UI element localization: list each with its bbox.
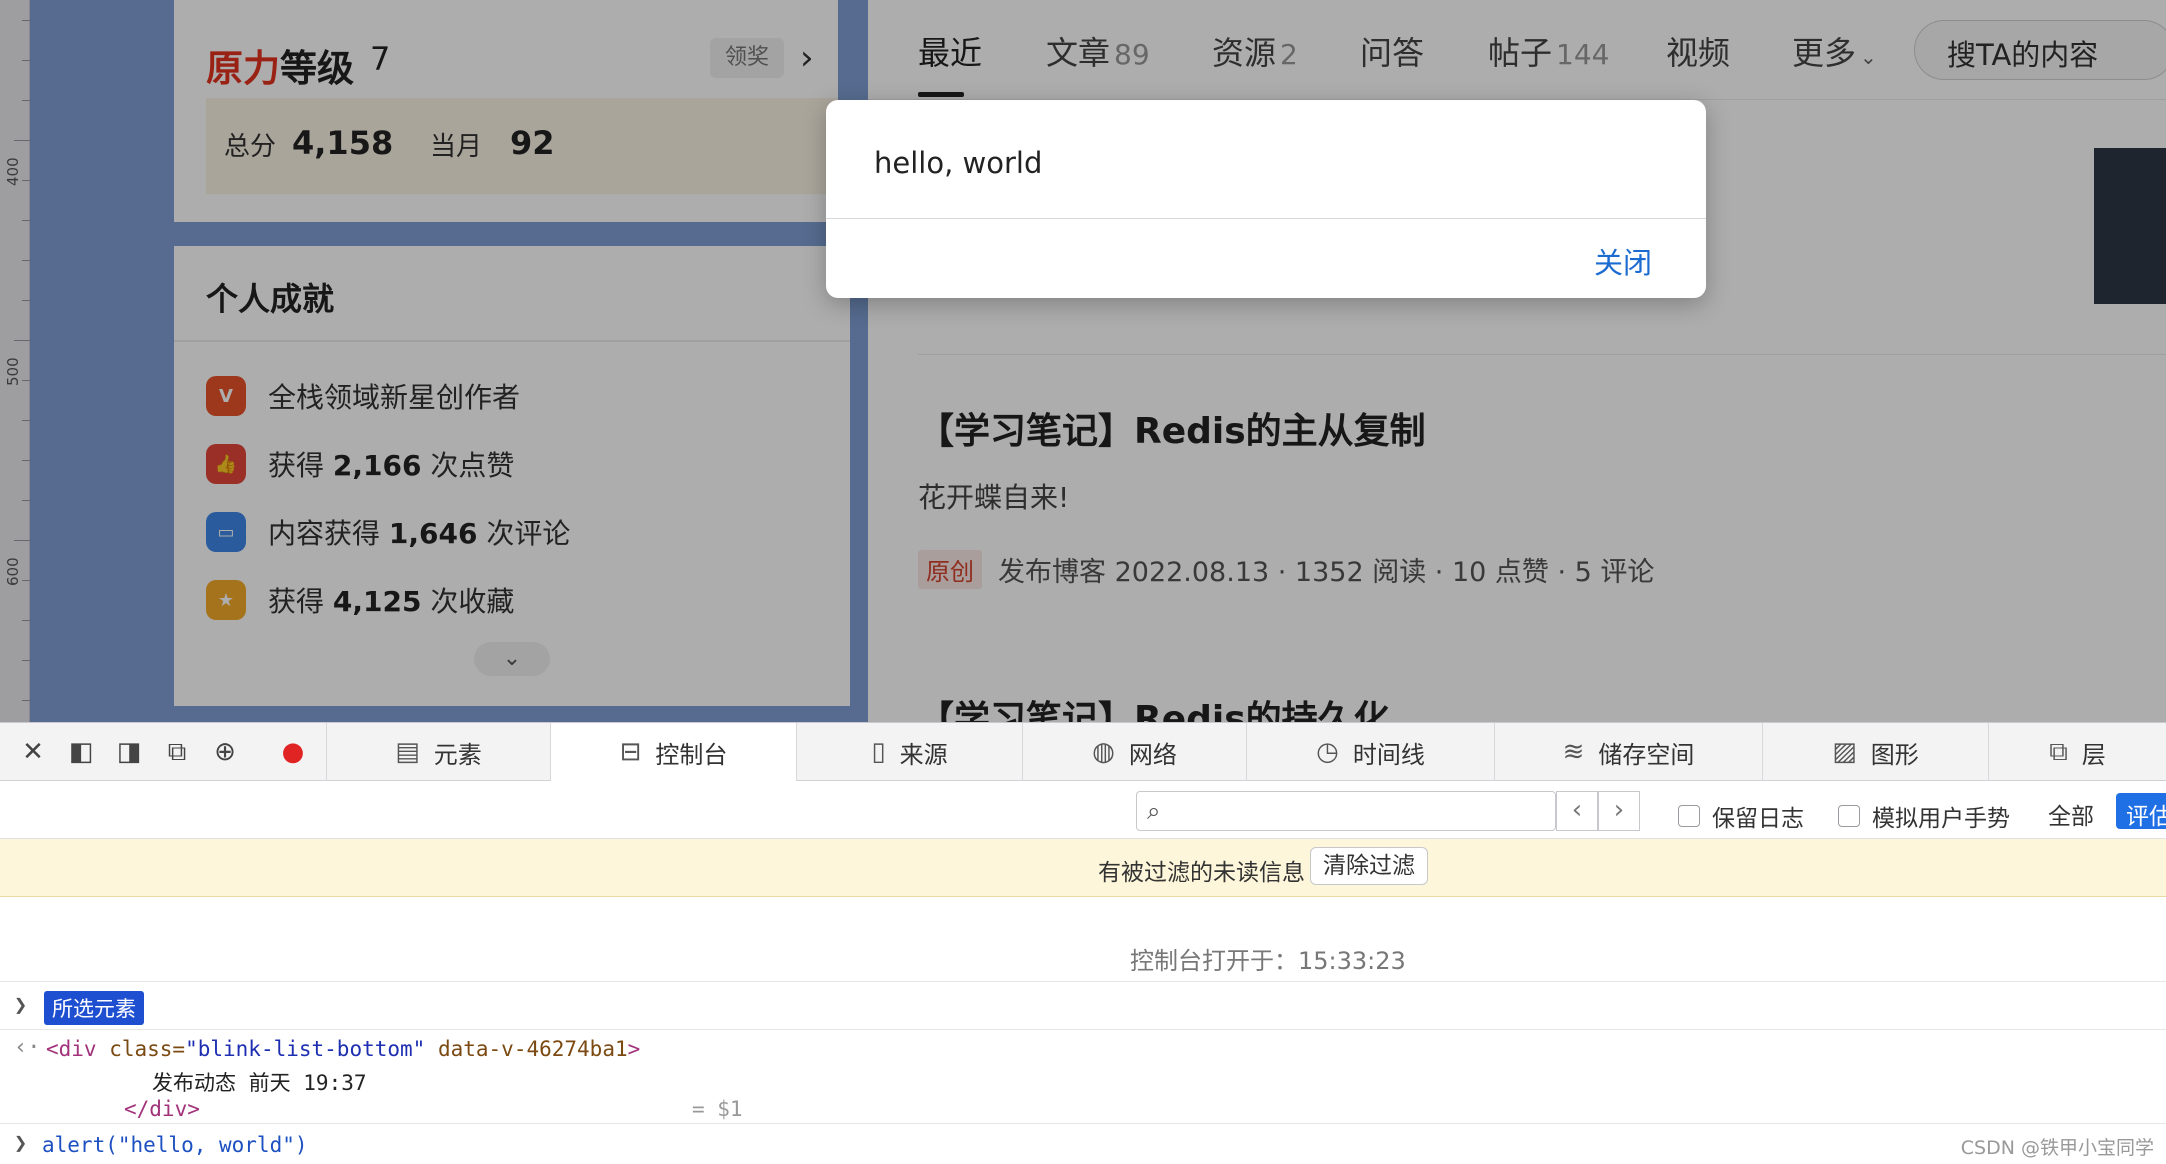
dock-right-icon[interactable]: ◨ xyxy=(112,735,146,769)
console-output-text: 发布动态 前天 19:37 xyxy=(152,1071,367,1095)
console-input[interactable]: alert("hello, world") xyxy=(42,1133,308,1157)
alert-dialog: hello, world 关闭 xyxy=(826,100,1706,298)
result-arrow-icon: ‹· xyxy=(14,1035,41,1060)
tab-layers[interactable]: ⧉ 层 xyxy=(1988,723,2166,781)
console-ref: = $1 xyxy=(692,1097,743,1121)
tab-graphics[interactable]: ▨ 图形 xyxy=(1762,723,1988,781)
chevron-right-icon: ❯ xyxy=(14,1131,28,1156)
sources-icon: ▯ xyxy=(871,737,886,767)
divider xyxy=(0,981,2166,982)
network-icon: ◍ xyxy=(1092,737,1115,767)
timeline-icon: ◷ xyxy=(1316,737,1339,767)
alert-message: hello, world xyxy=(874,146,1043,180)
level-filter-all[interactable]: 全部 xyxy=(2048,797,2094,831)
console-output-line: <div class="blink-list-bottom" data-v-46… xyxy=(46,1037,641,1061)
graphics-icon: ▨ xyxy=(1832,737,1857,767)
console-filter-bar: ⌕ ‹ › 保留日志 模拟用户手势 全部 评估 xyxy=(0,781,2166,839)
elements-icon: ▤ xyxy=(395,737,420,767)
web-page-viewport: 400 500 600 原力等级 7 领奖 › 总分 4,158 当月 92 个… xyxy=(0,0,2166,722)
watermark: CSDN @铁甲小宝同学 xyxy=(1960,1137,2154,1159)
console-icon: ⊟ xyxy=(619,737,642,767)
evaluate-button[interactable]: 评估 xyxy=(2116,793,2166,830)
tab-storage[interactable]: ≋ 储存空间 xyxy=(1494,723,1762,781)
chevron-right-icon[interactable]: ❯ xyxy=(14,993,27,1018)
clear-filter-button[interactable]: 清除过滤 xyxy=(1310,847,1428,885)
storage-icon: ≋ xyxy=(1562,737,1585,767)
preserve-log-checkbox[interactable]: 保留日志 xyxy=(1678,799,1804,833)
alert-close-button[interactable]: 关闭 xyxy=(1594,240,1652,282)
console-opened-timestamp: 控制台打开于：15:33:23 xyxy=(1130,947,1406,975)
devtools-tabbar: ✕ ◧ ◨ ⧉ ⊕ ● ▤ 元素 ⊟ 控制台 ▯ 来源 ◍ 网络 ◷ 时间线 ≋ 储存空间 … xyxy=(0,723,2166,781)
emulate-gesture-checkbox[interactable]: 模拟用户手势 xyxy=(1838,799,2010,833)
tab-elements[interactable]: ▤ 元素 xyxy=(326,723,550,781)
tab-sources[interactable]: ▯ 来源 xyxy=(796,723,1022,781)
filter-notice: 有被过滤的未读信息 清除过滤 xyxy=(0,839,2166,897)
close-icon[interactable]: ✕ xyxy=(16,735,50,769)
dock-left-icon[interactable]: ◧ xyxy=(64,735,98,769)
next-match-button[interactable]: › xyxy=(1598,791,1640,831)
search-icon: ⌕ xyxy=(1147,797,1161,825)
notice-text: 有被过滤的未读信息 xyxy=(1098,860,1305,886)
prev-match-button[interactable]: ‹ xyxy=(1556,791,1598,831)
tab-timeline[interactable]: ◷ 时间线 xyxy=(1246,723,1494,781)
error-icon[interactable]: ● xyxy=(276,735,310,769)
selected-element-badge[interactable]: 所选元素 xyxy=(44,991,144,1025)
inspect-crosshair-icon[interactable]: ⊕ xyxy=(208,735,242,769)
undock-icon[interactable]: ⧉ xyxy=(160,735,194,769)
tab-network[interactable]: ◍ 网络 xyxy=(1022,723,1246,781)
devtools-panel: ✕ ◧ ◨ ⧉ ⊕ ● ▤ 元素 ⊟ 控制台 ▯ 来源 ◍ 网络 ◷ 时间线 ≋ 储存空间 … xyxy=(0,722,2166,1164)
console-output-endtag: </div> xyxy=(124,1097,200,1121)
divider xyxy=(826,218,1706,219)
tab-console[interactable]: ⊟ 控制台 xyxy=(550,723,796,781)
divider xyxy=(0,1029,2166,1030)
console-filter-input[interactable]: ⌕ xyxy=(1136,791,1556,831)
divider xyxy=(0,1123,2166,1124)
layers-icon: ⧉ xyxy=(2049,736,2068,767)
